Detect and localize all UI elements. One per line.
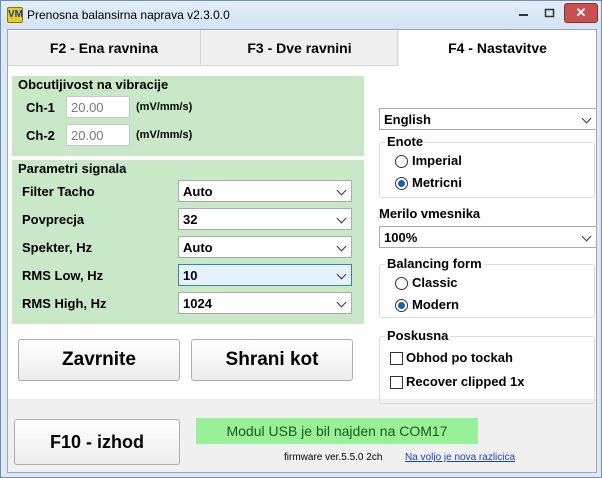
balancing-form-group: Balancing form Classic Modern <box>379 256 595 318</box>
averages-select[interactable]: 32 <box>178 208 352 230</box>
signal-params-group: Parametri signala Filter Tacho Auto Povp… <box>12 160 364 324</box>
spectrum-value: Auto <box>183 240 213 255</box>
minimize-icon <box>519 14 528 16</box>
ch1-sensitivity-input[interactable]: 20.00 <box>66 96 130 118</box>
chevron-down-icon <box>581 231 592 242</box>
tab-two-planes[interactable]: F3 - Dve ravnini <box>202 30 398 66</box>
averages-label: Povprecja <box>22 212 85 227</box>
maximize-icon <box>544 8 555 18</box>
chevron-down-icon <box>336 241 347 252</box>
point-bypass-label[interactable]: Obhod po tockah <box>406 350 513 365</box>
usb-status-banner: Modul USB je bil najden na COM17 <box>196 418 478 444</box>
units-title: Enote <box>385 134 426 149</box>
close-button[interactable]: ✕ <box>564 3 598 23</box>
units-group: Enote Imperial Metricni <box>379 134 595 198</box>
save-as-button[interactable]: Shrani kot <box>191 339 353 381</box>
exit-button[interactable]: F10 - izhod <box>14 419 180 465</box>
title-bar[interactable]: VM Prenosna balansirna naprava v2.3.0.0 … <box>1 1 601 29</box>
sensitivity-title: Obcutljivost na vibracije <box>18 77 169 92</box>
gauge-scale-value: 100% <box>384 230 418 245</box>
checkbox-recover-clipped[interactable] <box>390 376 403 389</box>
settings-page: Obcutljivost na vibracije Ch-1 20.00 (mV… <box>8 66 597 404</box>
experimental-title: Poskusna <box>385 328 451 343</box>
ch1-label: Ch-1 <box>26 100 55 115</box>
modern-label[interactable]: Modern <box>412 297 459 312</box>
spectrum-label: Spekter, Hz <box>22 240 93 255</box>
window-title: Prenosna balansirna naprava v2.3.0.0 <box>27 8 230 22</box>
recover-clipped-label[interactable]: Recover clipped 1x <box>406 374 525 389</box>
ch2-label: Ch-2 <box>26 128 55 143</box>
filter-tacho-select[interactable]: Auto <box>178 180 352 202</box>
experimental-group: Poskusna Obhod po tockah Recover clipped… <box>379 328 595 404</box>
chevron-down-icon <box>336 269 347 280</box>
language-value: English <box>384 112 431 127</box>
rms-low-label: RMS Low, Hz <box>22 268 104 283</box>
balancing-form-title: Balancing form <box>385 256 484 271</box>
sensitivity-group: Obcutljivost na vibracije Ch-1 20.00 (mV… <box>12 76 364 156</box>
ch1-unit: (mV/mm/s) <box>136 101 193 113</box>
averages-value: 32 <box>183 212 198 227</box>
radio-modern[interactable] <box>395 299 408 312</box>
chevron-down-icon <box>336 297 347 308</box>
language-select[interactable]: English <box>379 108 597 130</box>
chevron-down-icon <box>581 113 592 124</box>
filter-tacho-value: Auto <box>183 184 213 199</box>
tab-settings[interactable]: F4 - Nastavitve <box>399 30 596 66</box>
rms-high-select[interactable]: 1024 <box>178 292 352 314</box>
radio-imperial[interactable] <box>395 155 408 168</box>
filter-tacho-label: Filter Tacho <box>22 184 95 199</box>
gauge-scale-select[interactable]: 100% <box>379 226 597 248</box>
chevron-down-icon <box>336 185 347 196</box>
app-icon: VM <box>7 7 23 23</box>
ch2-sensitivity-input[interactable]: 20.00 <box>66 124 130 146</box>
client-area: F2 - Ena ravnina F3 - Dve ravnini F4 - N… <box>7 29 597 473</box>
maximize-button[interactable] <box>537 3 563 23</box>
rms-low-select[interactable]: 10 <box>178 264 352 286</box>
radio-metric[interactable] <box>395 177 408 190</box>
app-window: VM Prenosna balansirna naprava v2.3.0.0 … <box>0 0 602 478</box>
rms-high-label: RMS High, Hz <box>22 296 107 311</box>
rms-high-value: 1024 <box>183 296 212 311</box>
firmware-version: firmware ver.5.5.0 2ch <box>284 452 383 463</box>
spectrum-select[interactable]: Auto <box>178 236 352 258</box>
signal-params-title: Parametri signala <box>18 161 127 176</box>
rms-low-value: 10 <box>183 268 198 283</box>
minimize-button[interactable] <box>511 3 537 23</box>
chevron-down-icon <box>336 213 347 224</box>
checkbox-point-bypass[interactable] <box>390 352 403 365</box>
ch2-unit: (mV/mm/s) <box>136 129 193 141</box>
close-icon: ✕ <box>575 5 587 20</box>
classic-label[interactable]: Classic <box>412 275 458 290</box>
gauge-scale-label: Merilo vmesnika <box>379 206 481 221</box>
update-available-link[interactable]: Na voljo je nova razlicica <box>405 452 515 463</box>
tab-one-plane[interactable]: F2 - Ena ravnina <box>8 30 201 66</box>
metric-label[interactable]: Metricni <box>412 175 462 190</box>
cancel-button[interactable]: Zavrnite <box>18 339 180 381</box>
radio-classic[interactable] <box>395 277 408 290</box>
imperial-label[interactable]: Imperial <box>412 153 462 168</box>
